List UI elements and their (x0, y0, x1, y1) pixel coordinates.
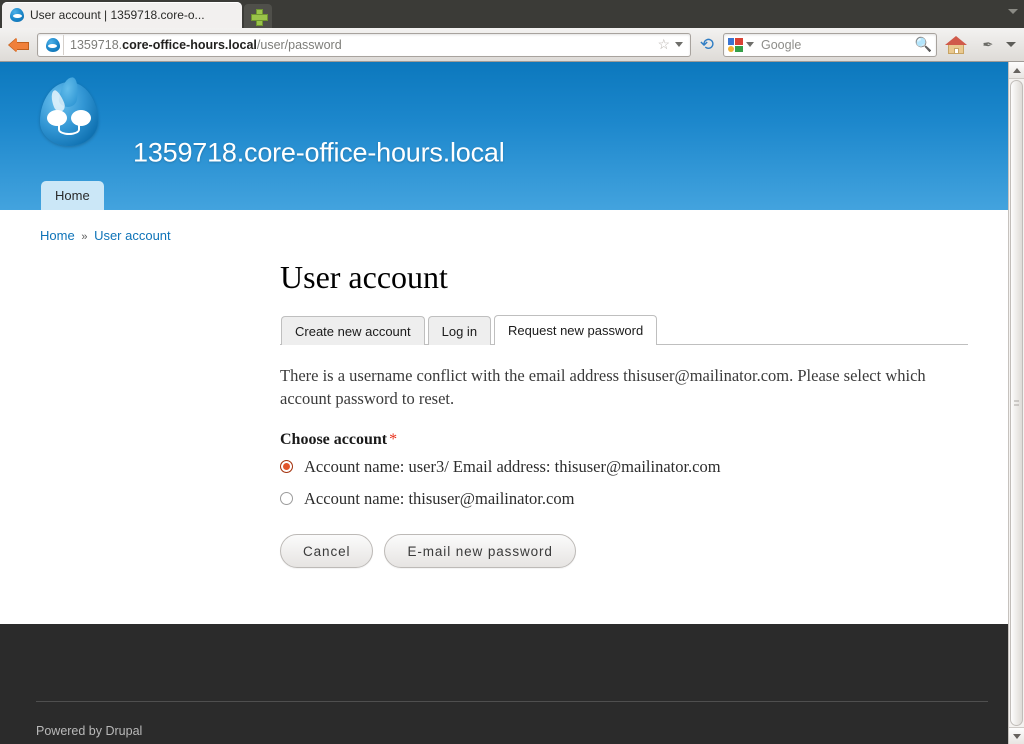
arrow-left-icon (9, 38, 29, 52)
browser-tab[interactable]: User account | 1359718.core-o... (2, 2, 242, 28)
web-page: 1359718.core-office-hours.local Home Hom… (0, 62, 1008, 744)
breadcrumb-separator: » (78, 231, 90, 243)
user-form-tabs: Create new account Log in Request new pa… (280, 314, 968, 345)
site-header: 1359718.core-office-hours.local Home (0, 62, 1008, 210)
search-engine-chevron-down-icon[interactable] (746, 42, 754, 47)
footer-credit-prefix: Powered by (36, 724, 105, 738)
breadcrumb-item-home[interactable]: Home (40, 228, 75, 243)
radio-option-label: Account name: thisuser@mailinator.com (304, 489, 574, 509)
search-bar[interactable]: Google 🔍 (723, 33, 937, 57)
tab-log-in[interactable]: Log in (428, 316, 491, 345)
chevron-up-icon (1013, 68, 1021, 73)
reload-button[interactable]: ⟳ (696, 36, 718, 53)
back-button[interactable] (6, 32, 32, 58)
browser-tab-title: User account | 1359718.core-o... (30, 8, 205, 22)
conflict-message: There is a username conflict with the em… (280, 364, 940, 411)
radio-option-user3[interactable]: Account name: user3/ Email address: this… (280, 457, 968, 477)
scrollbar-thumb[interactable] (1010, 80, 1023, 726)
chevron-down-icon (1013, 734, 1021, 739)
plus-icon (251, 9, 266, 24)
favicon-icon (10, 8, 24, 22)
page-viewport: 1359718.core-office-hours.local Home Hom… (0, 62, 1024, 744)
scroll-up-button[interactable] (1009, 62, 1024, 79)
site-name[interactable]: 1359718.core-office-hours.local (133, 138, 505, 169)
search-icon[interactable]: 🔍 (915, 36, 932, 53)
radio-button-icon[interactable] (280, 460, 293, 473)
drupal-drop-icon (40, 82, 98, 146)
menu-item-home[interactable]: Home (41, 181, 104, 210)
main-menu: Home (41, 181, 104, 210)
choose-account-label: Choose account* (280, 431, 968, 449)
scroll-down-button[interactable] (1009, 727, 1024, 744)
content-region: User account Create new account Log in R… (0, 243, 1008, 568)
search-input[interactable]: Google (761, 38, 801, 52)
footer-credit-link[interactable]: Drupal (105, 724, 142, 738)
site-logo[interactable] (40, 82, 98, 148)
url-host: core-office-hours.local (122, 38, 257, 52)
google-icon (728, 38, 743, 52)
breadcrumb-item-user-account[interactable]: User account (94, 228, 171, 243)
breadcrumb: Home » User account (0, 210, 1008, 243)
browser-chrome: User account | 1359718.core-o... 1359718… (0, 0, 1024, 62)
tab-create-new-account[interactable]: Create new account (281, 316, 425, 345)
radio-option-thisuser[interactable]: Account name: thisuser@mailinator.com (280, 489, 968, 509)
bookmark-star-icon[interactable]: ☆ (654, 36, 673, 53)
radio-option-label: Account name: user3/ Email address: this… (304, 457, 721, 477)
favicon-icon (46, 38, 60, 52)
chevron-down-icon[interactable] (675, 42, 683, 47)
grip-icon (1014, 401, 1019, 406)
url-prefix: 1359718. (70, 38, 122, 52)
radio-button-icon[interactable] (280, 492, 293, 505)
fieldset-label-text: Choose account (280, 431, 387, 448)
url-path: /user/password (257, 38, 342, 52)
tab-request-new-password[interactable]: Request new password (494, 315, 657, 345)
site-footer: Powered by Drupal (0, 624, 1008, 744)
email-new-password-button[interactable]: E-mail new password (384, 534, 575, 568)
address-bar[interactable]: 1359718.core-office-hours.local/user/pas… (37, 33, 691, 57)
tools-icon: ✒ (983, 37, 994, 53)
navigation-toolbar: 1359718.core-office-hours.local/user/pas… (0, 28, 1024, 62)
address-bar-text: 1359718.core-office-hours.local/user/pas… (70, 38, 342, 52)
footer-credit: Powered by Drupal (36, 724, 142, 738)
toolbar-overflow-chevron-down-icon[interactable] (1006, 42, 1016, 47)
footer-divider (36, 701, 988, 702)
required-marker: * (387, 431, 397, 448)
page-scrollbar[interactable] (1008, 62, 1024, 744)
cancel-button[interactable]: Cancel (280, 534, 373, 568)
home-button[interactable] (942, 36, 970, 54)
site-identity-icon[interactable] (42, 35, 64, 55)
page-title: User account (280, 259, 968, 296)
new-tab-button[interactable] (244, 4, 272, 28)
tab-list-chevron-down-icon[interactable] (1008, 9, 1018, 14)
form-actions: Cancel E-mail new password (280, 534, 968, 568)
browser-tab-strip: User account | 1359718.core-o... (0, 0, 1024, 28)
reload-icon: ⟳ (700, 36, 714, 53)
home-icon (945, 36, 967, 54)
tools-button[interactable]: ✒ (975, 37, 1001, 53)
